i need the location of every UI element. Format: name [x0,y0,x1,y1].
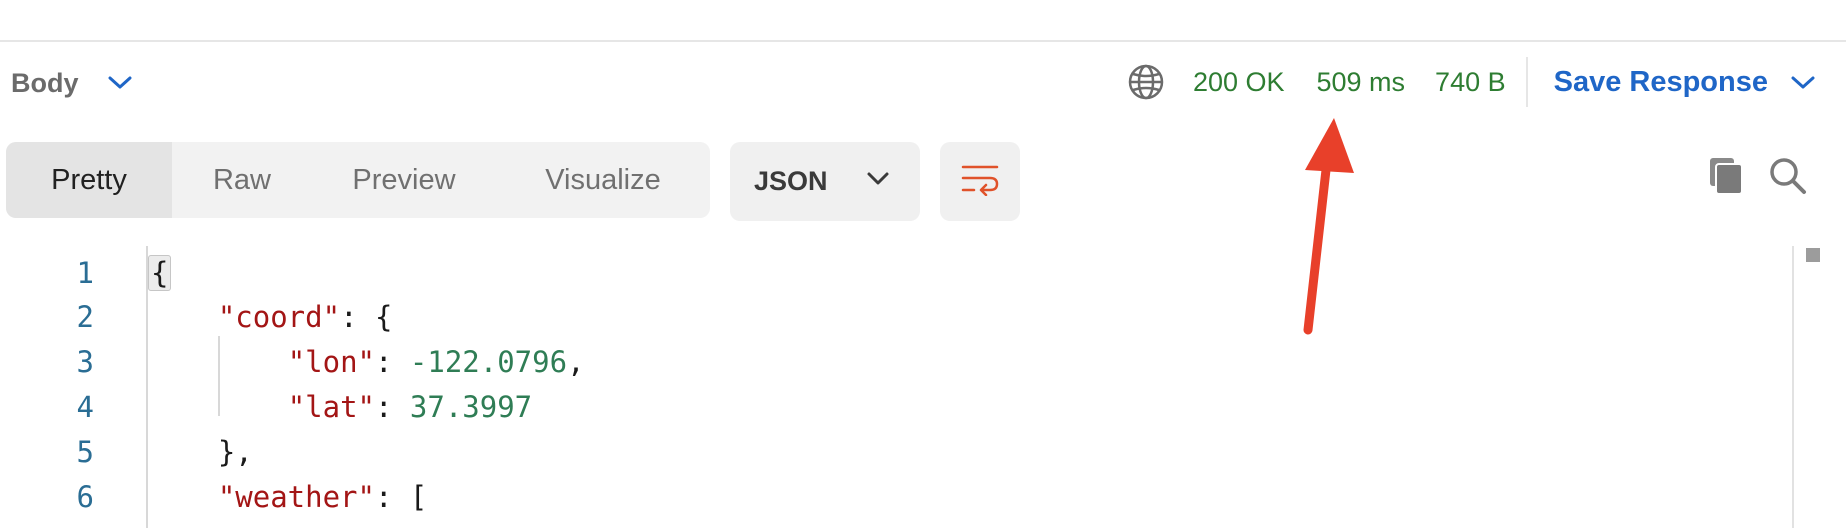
json-code-editor[interactable]: 1 { 2 "coord": { 3 "lon": -122.0796, 4 "… [0,246,1846,528]
save-response-button[interactable]: Save Response [1554,66,1816,99]
response-time[interactable]: 509 ms [1317,67,1406,98]
status-code[interactable]: 200 OK [1193,67,1285,98]
line-number: 6 [76,479,94,514]
save-response-label: Save Response [1553,65,1768,98]
response-size[interactable]: 740 B [1435,67,1506,98]
code-line: 1 { [0,250,1780,295]
json-key: "coord" [217,299,341,334]
globe-icon[interactable] [1127,63,1165,101]
format-select[interactable]: JSON [730,142,920,221]
chevron-down-icon [866,171,890,192]
line-number: 4 [76,389,94,424]
code-line: 4 "lat": 37.3997 [0,384,1780,429]
line-number: 2 [76,299,94,334]
tab-visualize[interactable]: Visualize [496,142,710,218]
response-status-bar: 200 OK 509 ms 740 B Save Response [1127,56,1846,108]
tab-pretty[interactable]: Pretty [6,142,172,218]
code-line: 2 "coord": { [0,294,1780,339]
line-number: 3 [76,344,94,379]
view-mode-tabs: Pretty Raw Preview Visualize [6,142,710,218]
code-line: 6 "weather": [ [0,474,1780,519]
json-number: -122.0796 [409,344,568,379]
wrap-lines-button[interactable] [940,142,1020,221]
json-key: "lat" [287,389,375,424]
code-line: 3 "lon": -122.0796, [0,339,1780,384]
code-line: 5 }, [0,429,1780,474]
body-label: Body [11,67,79,98]
top-divider [0,40,1846,42]
tab-raw[interactable]: Raw [172,142,312,218]
json-key: "weather" [217,479,375,514]
scrollbar-track[interactable] [1792,246,1794,528]
body-dropdown[interactable]: Body [11,62,133,104]
search-icon[interactable] [1768,156,1808,201]
json-key: "lon" [287,344,375,379]
copy-icon[interactable] [1706,156,1746,201]
chevron-down-icon [107,75,133,91]
format-label: JSON [754,166,828,196]
line-number: 5 [76,434,94,469]
matched-brace: { [148,254,172,291]
wrap-lines-icon [960,162,1000,201]
chevron-down-icon [1790,66,1816,99]
line-number: 1 [76,255,94,290]
scrollbar-thumb[interactable] [1806,248,1820,262]
divider [1525,57,1528,107]
json-number: 37.3997 [409,389,533,424]
response-panel: Body 200 OK 509 ms 740 B Save Response P… [0,0,1846,528]
tab-preview[interactable]: Preview [312,142,496,218]
